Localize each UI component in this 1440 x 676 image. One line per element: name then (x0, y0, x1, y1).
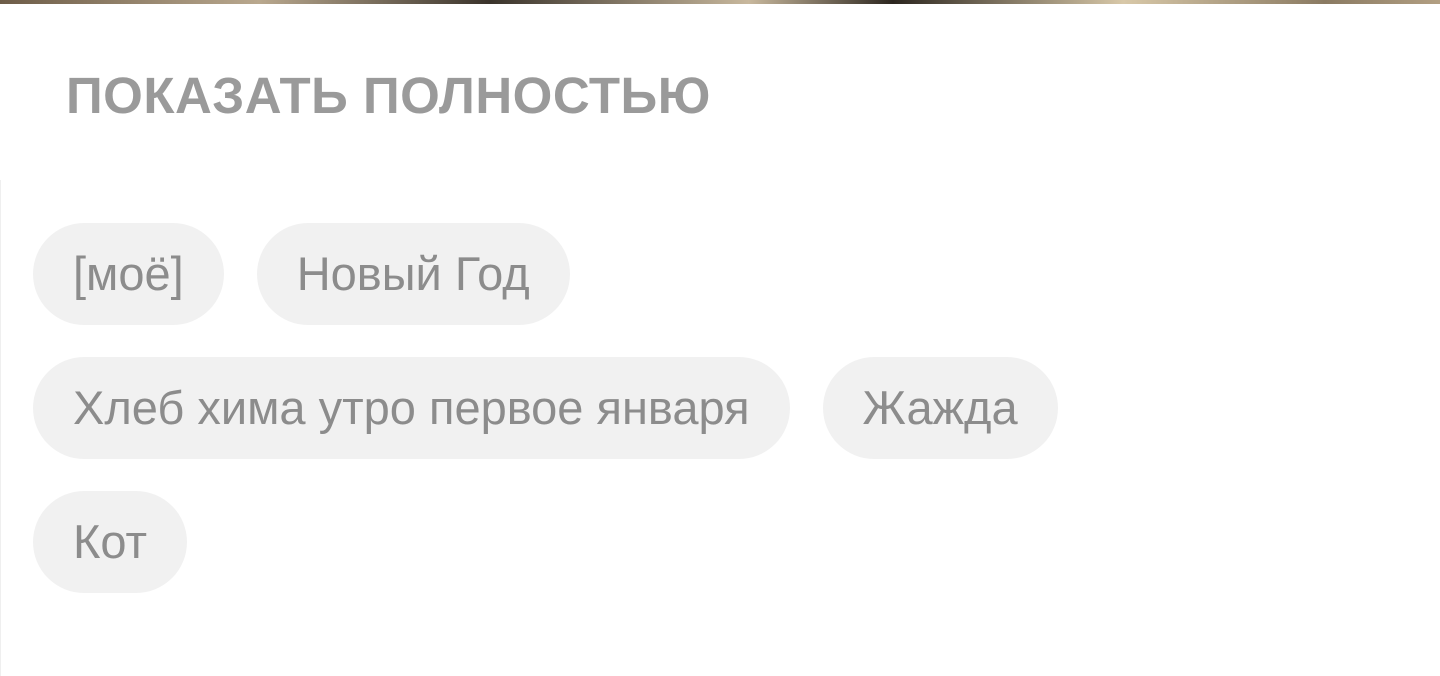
tag-chip-cat[interactable]: Кот (33, 491, 188, 593)
tag-row: Хлеб хима утро первое января Жажда (33, 357, 1413, 459)
tag-chip-new-year[interactable]: Новый Год (256, 223, 570, 325)
tag-chip-bread-morning[interactable]: Хлеб хима утро первое января (33, 357, 790, 459)
show-full-button[interactable]: ПОКАЗАТЬ ПОЛНОСТЬЮ (66, 64, 711, 128)
tag-chip-thirst[interactable]: Жажда (822, 357, 1058, 459)
tag-chip-moe[interactable]: [моё] (33, 223, 224, 325)
tags-section: [моё] Новый Год Хлеб хима утро первое ян… (0, 180, 1440, 676)
tag-row: [моё] Новый Год (33, 223, 1413, 325)
tag-list: [моё] Новый Год Хлеб хима утро первое ян… (33, 223, 1413, 625)
post-page: ПОКАЗАТЬ ПОЛНОСТЬЮ [моё] Новый Год Хлеб … (0, 0, 1440, 676)
tag-row: Кот (33, 491, 1413, 593)
post-image-bottom-edge (0, 0, 1440, 4)
